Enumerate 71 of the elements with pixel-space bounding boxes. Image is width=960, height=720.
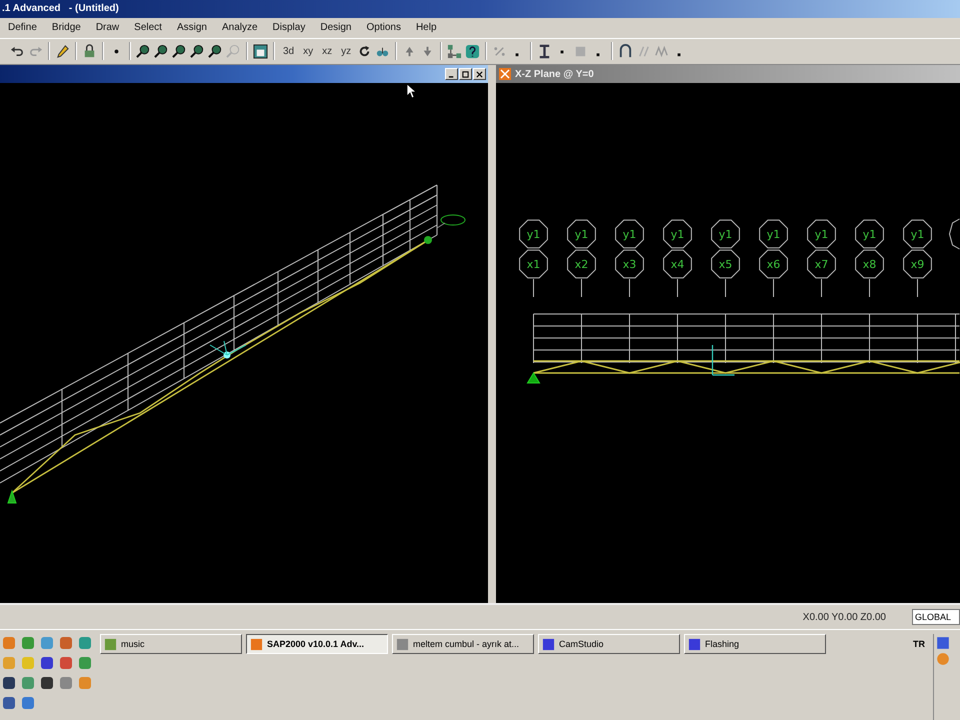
grid-label: y1 [574, 228, 588, 242]
app-icon [499, 68, 511, 80]
menu-item[interactable]: Define [8, 22, 37, 34]
network-icon[interactable] [447, 44, 462, 59]
grid-label: y1 [718, 228, 732, 242]
coordinates-text: X0.00 Y0.00 Z0.00 [802, 612, 886, 623]
close-button[interactable] [473, 68, 486, 80]
arch-icon[interactable] [618, 44, 634, 59]
magnifier-icon[interactable] [190, 44, 205, 59]
view-button[interactable]: xy [300, 46, 316, 57]
app-icon [250, 638, 263, 650]
magnifier-icon[interactable] [172, 44, 187, 59]
grid-label: y1 [910, 228, 924, 242]
menu-item[interactable]: Draw [96, 22, 120, 34]
mouse-cursor-icon [406, 83, 416, 99]
grid-label: y1 [526, 228, 540, 242]
grid-bubble [948, 218, 960, 250]
grid-label: x9 [910, 258, 924, 272]
launcher-icon[interactable] [40, 676, 54, 690]
help-icon[interactable] [465, 44, 480, 59]
taskbar-button[interactable]: Flashing [684, 634, 826, 654]
pane-title: X-Z Plane @ Y=0 [515, 68, 594, 80]
grid-label: y1 [766, 228, 780, 242]
window-icon[interactable] [253, 44, 268, 59]
close-icon [476, 70, 483, 78]
menu-item[interactable]: Display [272, 22, 306, 34]
launcher-icon[interactable] [2, 676, 16, 690]
menu-item[interactable]: Analyze [222, 22, 258, 34]
app-icon [104, 638, 117, 650]
menu-item[interactable]: Options [366, 22, 401, 34]
grid-label: x1 [526, 258, 540, 272]
maximize-icon [462, 70, 469, 78]
taskbar-button[interactable]: CamStudio [538, 634, 680, 654]
magnifier-icon[interactable] [208, 44, 223, 59]
grid-label: x4 [670, 258, 684, 272]
menu-item[interactable]: Bridge [52, 22, 81, 34]
taskbar-button[interactable]: meltem cumbul - ayrık at... [392, 634, 534, 654]
language-indicator[interactable]: TR [913, 639, 933, 649]
grid-label: y1 [814, 228, 828, 242]
app-icon [688, 638, 701, 650]
maximize-button[interactable] [459, 68, 472, 80]
grid-label: x7 [814, 258, 828, 272]
grid-label: x5 [718, 258, 732, 272]
grid-label: x3 [622, 258, 636, 272]
coordinate-system-dropdown[interactable]: GLOBAL [912, 609, 960, 626]
grid-label: x6 [766, 258, 780, 272]
minimize-button[interactable] [445, 68, 458, 80]
taskbar-button[interactable]: music [100, 634, 242, 654]
menu-item[interactable]: Assign [176, 22, 207, 34]
grid-label: x8 [862, 258, 876, 272]
app-icon [396, 638, 409, 650]
view-button[interactable]: yz [338, 46, 354, 57]
grid-label: x2 [574, 258, 588, 272]
lock-icon[interactable] [82, 44, 97, 59]
window-title: .1 Advanced - (Untitled) [2, 3, 119, 14]
menu-item[interactable]: Help [416, 22, 437, 34]
launcher-icon[interactable] [2, 696, 16, 710]
pencil-icon[interactable] [55, 44, 70, 59]
launcher-icon[interactable] [40, 656, 54, 670]
taskbar-button[interactable]: SAP2000 v10.0.1 Adv... [246, 634, 388, 654]
menu-item[interactable]: Select [134, 22, 162, 34]
app-icon [542, 638, 555, 650]
magnifier-icon[interactable] [154, 44, 169, 59]
grid-label: y1 [622, 228, 636, 242]
magnifier-icon[interactable] [136, 44, 151, 59]
grid-label: y1 [862, 228, 876, 242]
grid-label: y1 [670, 228, 684, 242]
menu-item[interactable]: Design [320, 22, 352, 34]
view-button[interactable]: 3d [280, 46, 298, 57]
view-button[interactable]: xz [319, 46, 336, 57]
tray-icon[interactable] [936, 636, 950, 650]
